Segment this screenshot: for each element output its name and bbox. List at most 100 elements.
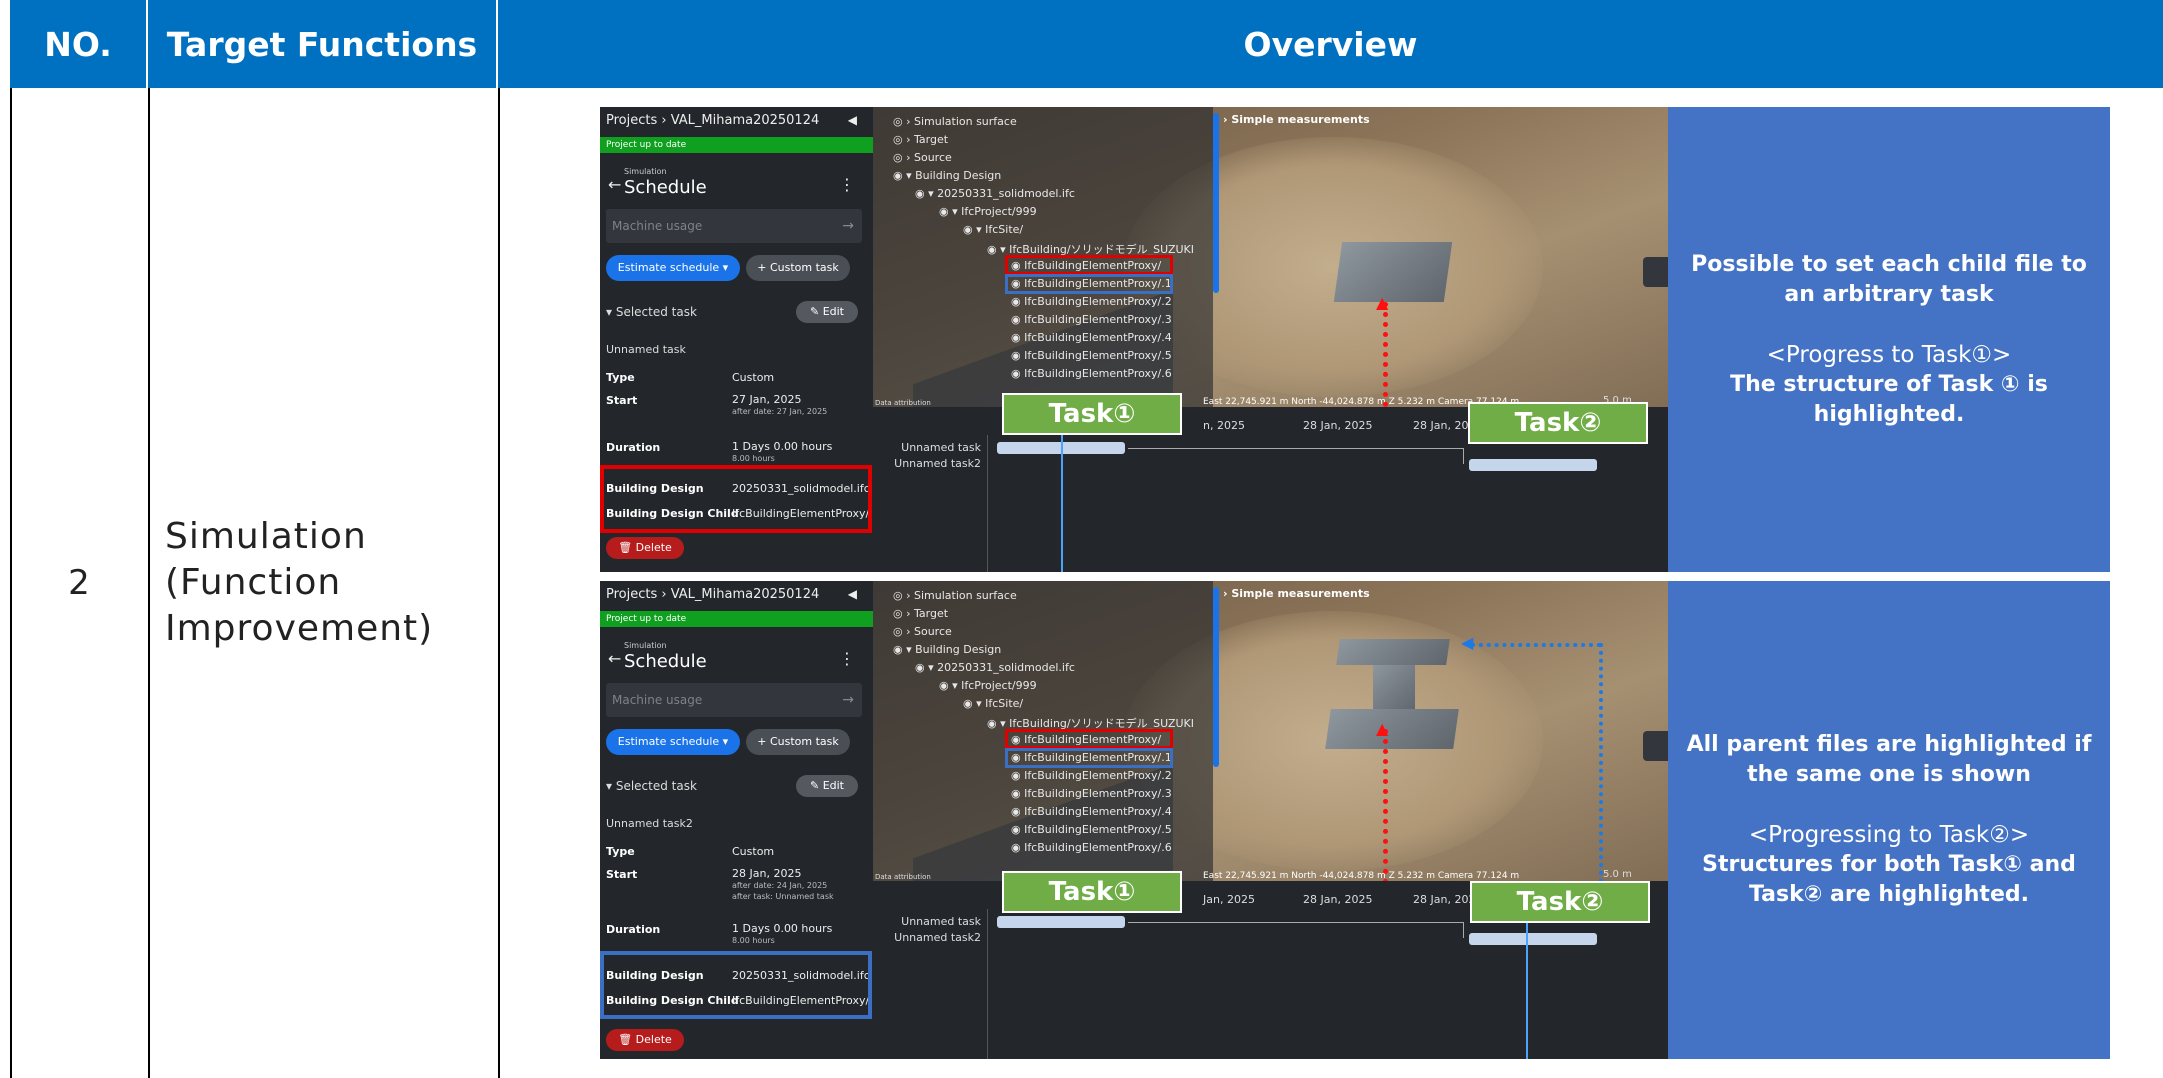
custom-task-button[interactable]: + Custom task	[746, 255, 850, 281]
red-arrow-line	[1383, 729, 1388, 894]
tree-item[interactable]: ◉ IfcBuildingElementProxy/.2	[1011, 769, 1172, 782]
type-value: Custom	[732, 845, 775, 858]
home-view-icon[interactable]	[1643, 257, 1668, 287]
type-key: Type	[606, 371, 635, 384]
tree-item[interactable]: ◎ › Source	[893, 625, 952, 638]
back-arrow-icon[interactable]: ←	[608, 175, 621, 194]
delete-button[interactable]: 🗑 Delete	[606, 1029, 684, 1051]
tree-item[interactable]: ◉ IfcBuildingElementProxy/.2	[1011, 295, 1172, 308]
tree-item[interactable]: ◉ ▾ IfcProject/999	[939, 679, 1037, 692]
tree-item[interactable]: ◉ IfcBuildingElementProxy/.4	[1011, 331, 1172, 344]
tree-item[interactable]: ◎ › Source	[893, 151, 952, 164]
task-bar[interactable]	[1469, 933, 1597, 945]
arrow-head-icon: ◀	[1461, 633, 1474, 652]
tree-item[interactable]: ◎ › Simulation surface	[893, 115, 1017, 128]
target-function-line: Simulation	[165, 516, 367, 557]
start-subtext: after date: 24 Jan, 2025	[732, 881, 828, 890]
arrow-right-icon: →	[842, 218, 854, 234]
3d-viewport[interactable]: ◎ › Simulation surface ◎ › Target ◎ › So…	[873, 581, 1668, 969]
3d-viewport[interactable]: ◎ › Simulation surface ◎ › Target ◎ › So…	[873, 107, 1668, 495]
target-function-cell: Simulation (Function Improvement)	[165, 88, 475, 1078]
tree-scrollbar[interactable]	[1213, 587, 1219, 767]
tree-item[interactable]: ◉ ▾ IfcProject/999	[939, 205, 1037, 218]
estimate-schedule-button[interactable]: Estimate schedule ▾	[606, 729, 740, 755]
timeline-task-name[interactable]: Unnamed task	[901, 915, 981, 928]
timeline-date: n, 2025	[1203, 419, 1245, 432]
tree-item[interactable]: ◉ IfcBuildingElementProxy/.3	[1011, 313, 1172, 326]
selected-task-header[interactable]: ▾ Selected task	[606, 305, 697, 319]
blue-arrow-line	[1599, 643, 1603, 883]
target-function-line: Improvement)	[165, 608, 434, 649]
tree-item[interactable]: ◉ IfcBuildingElementProxy/.3	[1011, 787, 1172, 800]
page-title: Schedule	[624, 177, 707, 198]
estimate-schedule-button[interactable]: Estimate schedule ▾	[606, 255, 740, 281]
tree-scrollbar[interactable]	[1213, 113, 1219, 293]
home-view-icon[interactable]	[1643, 731, 1668, 761]
task-name: Unnamed task2	[606, 817, 693, 830]
highlight-box-blue	[1005, 748, 1173, 768]
tree-item[interactable]: ◉ ▾ Building Design	[893, 169, 1001, 182]
tree-item[interactable]: ◉ IfcBuildingElementProxy/.6	[1011, 367, 1172, 380]
status-bar: Project up to date	[600, 611, 873, 627]
section-label: Simulation	[624, 167, 667, 176]
data-attribution[interactable]: Data attribution	[875, 399, 931, 407]
custom-task-button[interactable]: + Custom task	[746, 729, 850, 755]
edit-button[interactable]: ✎ Edit	[796, 775, 858, 797]
schedule-panel: Projects › VAL_Mihama20250124 ◀ Project …	[600, 107, 873, 572]
start-subtext: after date: 27 Jan, 2025	[732, 407, 828, 416]
timeline-task-name[interactable]: Unnamed task	[901, 441, 981, 454]
more-menu-icon[interactable]: ⋮	[839, 175, 855, 194]
structure-block	[1336, 639, 1450, 665]
tree-item[interactable]: ◉ IfcBuildingElementProxy/.5	[1011, 349, 1172, 362]
timeline-date: 28 Jan, 2025	[1303, 893, 1373, 906]
highlight-box-red	[1005, 729, 1173, 749]
tree-item[interactable]: ◎ › Target	[893, 133, 948, 146]
timeline-task-name[interactable]: Unnamed task2	[894, 931, 981, 944]
screenshot-task2: Projects › VAL_Mihama20250124 ◀ Project …	[600, 581, 1668, 1059]
tree-item[interactable]: ◉ ▾ IfcSite/	[963, 223, 1023, 236]
breadcrumb[interactable]: Projects › VAL_Mihama20250124	[606, 587, 819, 602]
task-bar[interactable]	[1469, 459, 1597, 471]
duration-key: Duration	[606, 441, 661, 454]
tree-item[interactable]: ◉ ▾ 20250331_solidmodel.ifc	[915, 187, 1075, 200]
collapse-icon[interactable]: ◀	[848, 587, 857, 601]
tree-item[interactable]: ◎ › Target	[893, 607, 948, 620]
timeline-task-names: Unnamed task Unnamed task2	[873, 435, 988, 572]
highlight-box-blue	[1005, 274, 1173, 294]
task-bar[interactable]	[997, 916, 1125, 928]
tree-item[interactable]: ◉ ▾ Building Design	[893, 643, 1001, 656]
task-name: Unnamed task	[606, 343, 686, 356]
start-value: 28 Jan, 2025	[732, 867, 802, 880]
current-time-marker[interactable]	[1061, 435, 1063, 572]
more-menu-icon[interactable]: ⋮	[839, 649, 855, 668]
simple-measurements[interactable]: › Simple measurements	[1223, 113, 1370, 126]
tree-item[interactable]: ◉ ▾ 20250331_solidmodel.ifc	[915, 661, 1075, 674]
arrow-right-icon: →	[842, 692, 854, 708]
tree-item[interactable]: ◎ › Simulation surface	[893, 589, 1017, 602]
machine-usage-label: Machine usage	[612, 219, 703, 233]
machine-usage-field[interactable]: Machine usage →	[606, 683, 862, 717]
tree-item[interactable]: ◉ IfcBuildingElementProxy/.5	[1011, 823, 1172, 836]
arrow-head-icon: ▲	[1376, 719, 1389, 738]
back-arrow-icon[interactable]: ←	[608, 649, 621, 668]
simple-measurements[interactable]: › Simple measurements	[1223, 587, 1370, 600]
data-attribution[interactable]: Data attribution	[875, 873, 931, 881]
duration-value: 1 Days 0.00 hours	[732, 440, 833, 453]
start-key: Start	[606, 868, 638, 881]
edit-button[interactable]: ✎ Edit	[796, 301, 858, 323]
machine-usage-field[interactable]: Machine usage →	[606, 209, 862, 243]
timeline-task-name[interactable]: Unnamed task2	[894, 457, 981, 470]
collapse-icon[interactable]: ◀	[848, 113, 857, 127]
tree-item[interactable]: ◉ IfcBuildingElementProxy/.6	[1011, 841, 1172, 854]
breadcrumb[interactable]: Projects › VAL_Mihama20250124	[606, 113, 819, 128]
delete-button[interactable]: 🗑 Delete	[606, 537, 684, 559]
selected-task-header[interactable]: ▾ Selected task	[606, 779, 697, 793]
dependency-line	[1128, 922, 1464, 938]
red-arrow-line	[1383, 302, 1388, 417]
tree-item[interactable]: ◉ ▾ IfcSite/	[963, 697, 1023, 710]
coordinate-readout: East 22,745.921 m North -44,024.878 m Z …	[1203, 871, 1520, 881]
tree-item[interactable]: ◉ IfcBuildingElementProxy/.4	[1011, 805, 1172, 818]
screenshot-task1: Projects › VAL_Mihama20250124 ◀ Project …	[600, 107, 1668, 572]
start-key: Start	[606, 394, 638, 407]
arrow-head-icon: ▲	[1376, 293, 1389, 312]
